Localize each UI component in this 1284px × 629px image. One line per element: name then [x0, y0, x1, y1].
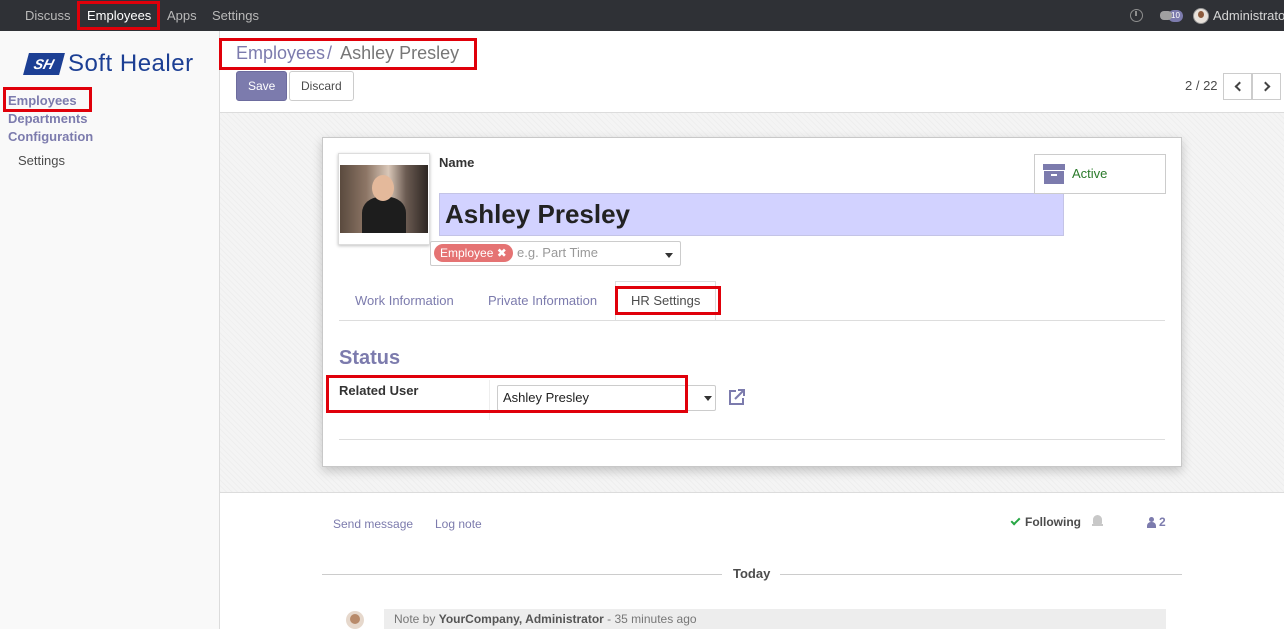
messages-button[interactable]: 10: [1160, 0, 1183, 31]
active-toggle-button[interactable]: Active: [1034, 154, 1166, 194]
tag-employee: Employee ✖: [434, 244, 513, 262]
following-label: Following: [1025, 515, 1081, 529]
field-label-divider: [489, 380, 490, 420]
related-user-label: Related User: [339, 383, 419, 398]
active-label: Active: [1072, 166, 1108, 181]
softhealer-logo: SH Soft Healer: [23, 50, 194, 78]
section-title-status: Status: [339, 347, 401, 369]
menu-discuss[interactable]: Discuss: [25, 0, 71, 31]
save-button[interactable]: Save: [236, 71, 288, 101]
menu-apps[interactable]: Apps: [167, 0, 197, 31]
day-divider-right: [780, 574, 1182, 575]
top-navbar: Discuss Employees Apps Settings 10 Admin…: [0, 0, 1284, 31]
photo-body: [362, 197, 406, 233]
followers-button[interactable]: 2: [1147, 515, 1166, 529]
sidebar-item-departments[interactable]: Departments: [8, 111, 87, 126]
activity-button[interactable]: [1130, 0, 1143, 31]
menu-settings[interactable]: Settings: [212, 0, 259, 31]
chevron-left-icon: [1234, 81, 1244, 92]
breadcrumb: Employees / Ashley Presley: [236, 43, 459, 64]
tabs-divider: [339, 320, 1165, 321]
note-prefix: Note by: [394, 612, 436, 626]
pager-previous-button[interactable]: [1223, 73, 1252, 100]
note-message: Note by YourCompany, Administrator - 35 …: [384, 609, 1166, 629]
note-time: - 35 minutes ago: [607, 612, 697, 626]
sidebar-item-settings[interactable]: Settings: [18, 153, 65, 168]
photo-image: [340, 165, 428, 233]
related-user-input[interactable]: Ashley Presley: [497, 385, 716, 411]
following-button[interactable]: Following: [1010, 515, 1081, 529]
log-note-link[interactable]: Log note: [435, 517, 482, 531]
pager-next-button[interactable]: [1252, 73, 1281, 100]
sidebar-item-employees[interactable]: Employees: [8, 93, 77, 108]
external-link-icon[interactable]: [727, 388, 746, 407]
breadcrumb-separator: /: [327, 43, 333, 63]
user-menu[interactable]: Administrator: [1193, 0, 1284, 31]
photo-face: [372, 175, 394, 201]
discard-button[interactable]: Discard: [289, 71, 354, 101]
breadcrumb-employees[interactable]: Employees: [236, 43, 325, 63]
user-avatar: [1193, 7, 1209, 24]
send-message-link[interactable]: Send message: [333, 517, 413, 531]
message-author-avatar[interactable]: [346, 611, 364, 629]
chat-icon: [1160, 11, 1172, 20]
category-tags-field[interactable]: Employee ✖ e.g. Part Time: [430, 241, 681, 266]
caret-down-icon[interactable]: [665, 253, 673, 258]
tab-hr-settings[interactable]: HR Settings: [631, 293, 700, 308]
tag-remove-icon[interactable]: ✖: [497, 246, 507, 260]
clock-icon: [1130, 9, 1143, 22]
related-user-caret-icon[interactable]: [704, 396, 712, 401]
logo-mark: SH: [23, 53, 65, 75]
employee-photo[interactable]: [338, 153, 430, 245]
sidebar: SH Soft Healer Employees Departments Con…: [0, 31, 220, 629]
pager-value: 2 / 22: [1185, 78, 1218, 93]
chevron-right-icon: [1260, 81, 1270, 92]
sheet-bottom-divider: [339, 439, 1165, 440]
breadcrumb-current: Ashley Presley: [340, 43, 460, 63]
logo-text: Soft Healer: [68, 50, 194, 77]
check-icon: [1010, 515, 1021, 526]
name-input[interactable]: Ashley Presley: [439, 193, 1064, 236]
followers-count: 2: [1159, 515, 1166, 529]
tab-work-information[interactable]: Work Information: [355, 293, 454, 308]
menu-employees[interactable]: Employees: [87, 0, 151, 31]
tags-placeholder: e.g. Part Time: [517, 245, 598, 260]
day-label: Today: [733, 566, 771, 581]
user-icon: [1147, 516, 1156, 528]
tag-label: Employee: [440, 246, 494, 260]
archive-icon: [1043, 164, 1065, 184]
note-author[interactable]: YourCompany, Administrator: [439, 612, 604, 626]
tab-private-information[interactable]: Private Information: [488, 293, 597, 308]
bell-icon[interactable]: [1092, 515, 1103, 527]
name-label: Name: [439, 155, 475, 170]
day-divider-left: [322, 574, 722, 575]
user-name: Administrator: [1213, 8, 1284, 23]
sidebar-item-configuration[interactable]: Configuration: [8, 129, 93, 144]
